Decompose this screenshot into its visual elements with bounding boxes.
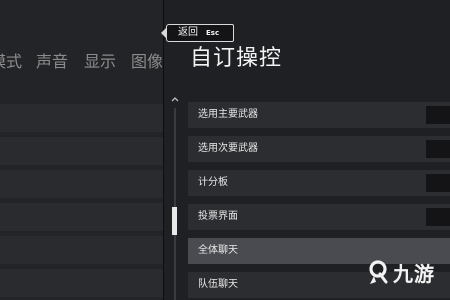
settings-row[interactable] xyxy=(0,137,163,165)
control-label: 选用次要武器 xyxy=(198,143,258,154)
settings-tab-bar: 模式 声音 显示 图像 xyxy=(0,52,163,76)
key-binding-slot[interactable] xyxy=(426,106,450,124)
tab-display[interactable]: 显示 xyxy=(84,52,116,72)
tab-graphics[interactable]: 图像 xyxy=(131,52,163,72)
control-label: 计分板 xyxy=(198,177,228,188)
esc-key-hint: Esc xyxy=(206,29,220,37)
back-button-label: 返回 xyxy=(178,27,198,38)
control-row-scoreboard[interactable]: 计分板 xyxy=(188,170,450,196)
watermark-text: 九游 xyxy=(393,262,435,286)
back-arrow-icon xyxy=(161,27,167,39)
settings-row[interactable] xyxy=(0,269,163,297)
jiuyou-logo-icon xyxy=(366,259,390,286)
control-row-secondary-weapon[interactable]: 选用次要武器 xyxy=(188,136,450,162)
settings-row[interactable] xyxy=(0,203,163,231)
control-label: 投票界面 xyxy=(198,211,238,222)
scrollbar-track[interactable] xyxy=(174,108,176,300)
watermark: 九游 xyxy=(366,258,435,287)
key-binding-slot[interactable] xyxy=(426,174,450,192)
back-button[interactable]: 返回 Esc xyxy=(161,24,234,42)
settings-row[interactable] xyxy=(0,236,163,264)
control-row-primary-weapon[interactable]: 选用主要武器 xyxy=(188,102,450,128)
scrollbar-thumb[interactable] xyxy=(172,207,177,235)
settings-row[interactable] xyxy=(0,170,163,198)
control-row-vote-screen[interactable]: 投票界面 xyxy=(188,204,450,230)
background-settings-panel: 模式 声音 显示 图像 xyxy=(0,0,163,300)
key-binding-slot[interactable] xyxy=(426,208,450,226)
chevron-up-icon[interactable] xyxy=(171,96,179,104)
key-binding-slot[interactable] xyxy=(426,140,450,158)
control-label: 全体聊天 xyxy=(198,245,238,256)
settings-row[interactable] xyxy=(0,104,163,132)
control-label: 队伍聊天 xyxy=(198,279,238,290)
tab-mode[interactable]: 模式 xyxy=(0,52,22,72)
control-label: 选用主要武器 xyxy=(198,109,258,120)
page-title: 自订操控 xyxy=(190,46,283,71)
tab-sound[interactable]: 声音 xyxy=(36,52,68,72)
